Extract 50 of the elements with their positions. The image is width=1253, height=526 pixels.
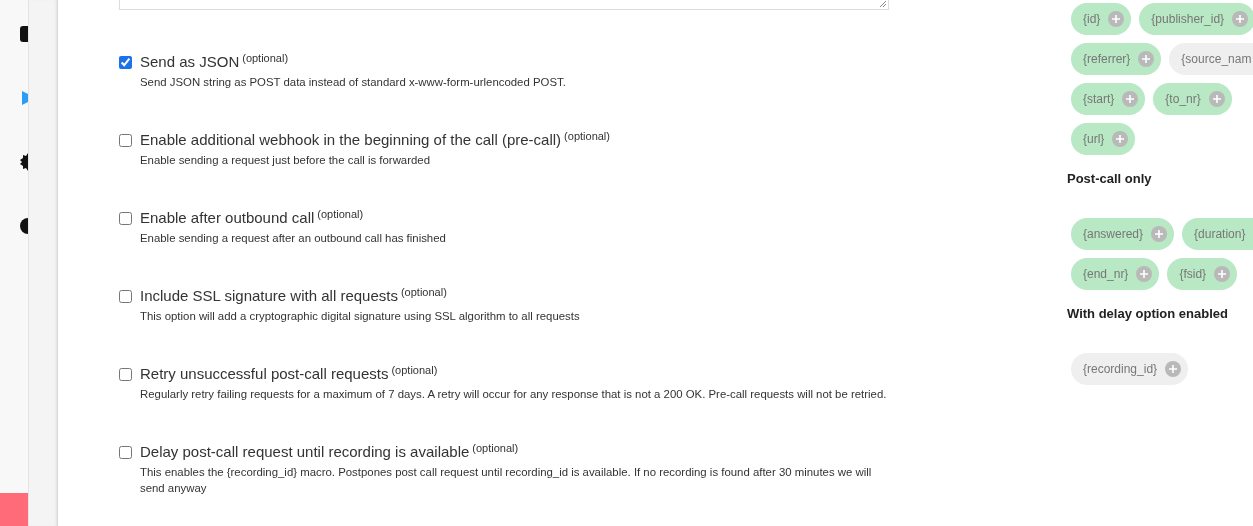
option-label: Retry unsuccessful post-call requests bbox=[140, 365, 389, 382]
option-description: Regularly retry failing requests for a maximum of 7 days. A retry will occur for any response that is not a 200 OK. Pre-call requests will not be retried. bbox=[140, 387, 888, 402]
option-label: Delay post-call request until recording is available bbox=[140, 443, 470, 460]
section-heading: Post-call only bbox=[1067, 171, 1153, 186]
macro-chip[interactable]: {source_nam bbox=[1169, 43, 1253, 75]
macro-chip[interactable]: {to_nr} bbox=[1153, 83, 1232, 115]
plus-icon[interactable] bbox=[1108, 11, 1125, 27]
option-label: Send as JSON bbox=[140, 53, 240, 70]
macro-chip[interactable]: {url} bbox=[1071, 123, 1136, 155]
macro-chip[interactable]: {referrer} bbox=[1071, 43, 1162, 75]
plus-icon[interactable] bbox=[1232, 11, 1249, 27]
macro-chip[interactable]: {start} bbox=[1071, 83, 1146, 115]
macro-chip[interactable]: {answered} bbox=[1071, 218, 1175, 250]
macro-chip[interactable]: {recording_id} bbox=[1071, 353, 1189, 385]
option-label: Enable after outbound call bbox=[140, 209, 315, 226]
option-label: Enable additional webhook in the beginning of the call (pre-call) bbox=[140, 131, 562, 148]
plus-icon[interactable] bbox=[1136, 266, 1153, 282]
plus-icon[interactable] bbox=[1208, 91, 1225, 107]
optional-tag: (optional) bbox=[564, 130, 610, 142]
macro-chip[interactable]: {publisher_id} bbox=[1139, 3, 1253, 35]
macro-chip[interactable]: {fsid} bbox=[1167, 258, 1238, 290]
optional-tag: (optional) bbox=[391, 364, 438, 376]
macro-chip[interactable]: {end_nr} bbox=[1071, 258, 1160, 290]
plus-icon[interactable] bbox=[1165, 361, 1182, 377]
plus-icon[interactable] bbox=[1138, 51, 1155, 67]
optional-tag: (optional) bbox=[400, 286, 447, 298]
checkbox[interactable] bbox=[119, 446, 132, 459]
optional-tag: (optional) bbox=[472, 442, 519, 454]
optional-tag: (optional) bbox=[242, 52, 289, 64]
checkbox[interactable] bbox=[119, 368, 132, 381]
checkbox[interactable] bbox=[119, 290, 132, 303]
plus-icon[interactable] bbox=[1122, 91, 1139, 107]
resize-handle-icon[interactable] bbox=[879, 0, 887, 8]
section-heading: With delay option enabled bbox=[1067, 306, 1229, 321]
option-label: Include SSL signature with all requests bbox=[140, 287, 398, 304]
sidebar-footer bbox=[0, 493, 28, 526]
option-description: This option will add a cryptographic digital signature using SSL algorithm to all requests bbox=[140, 309, 581, 324]
checkbox[interactable] bbox=[119, 212, 132, 225]
plus-icon[interactable] bbox=[1112, 131, 1129, 147]
plus-icon[interactable] bbox=[1151, 226, 1168, 242]
optional-tag: (optional) bbox=[317, 208, 364, 220]
option-description: This enables the {recording_id} macro. Postpones post call request until recording_id is available. If no recording is found after 30 minutes we will send anyway bbox=[140, 465, 873, 496]
checkbox[interactable] bbox=[119, 56, 132, 69]
option-description: Enable sending a request just before the call is forwarded bbox=[140, 153, 431, 168]
macro-chip[interactable]: {id} bbox=[1071, 3, 1132, 35]
checkbox[interactable] bbox=[119, 134, 132, 147]
option-description: Send JSON string as POST data instead of standard x-www-form-urlencoded POST. bbox=[140, 75, 567, 90]
plus-icon[interactable] bbox=[1214, 266, 1231, 282]
macro-chip[interactable]: {duration} bbox=[1182, 218, 1253, 250]
option-description: Enable sending a request after an outbound call has finished bbox=[140, 231, 447, 246]
